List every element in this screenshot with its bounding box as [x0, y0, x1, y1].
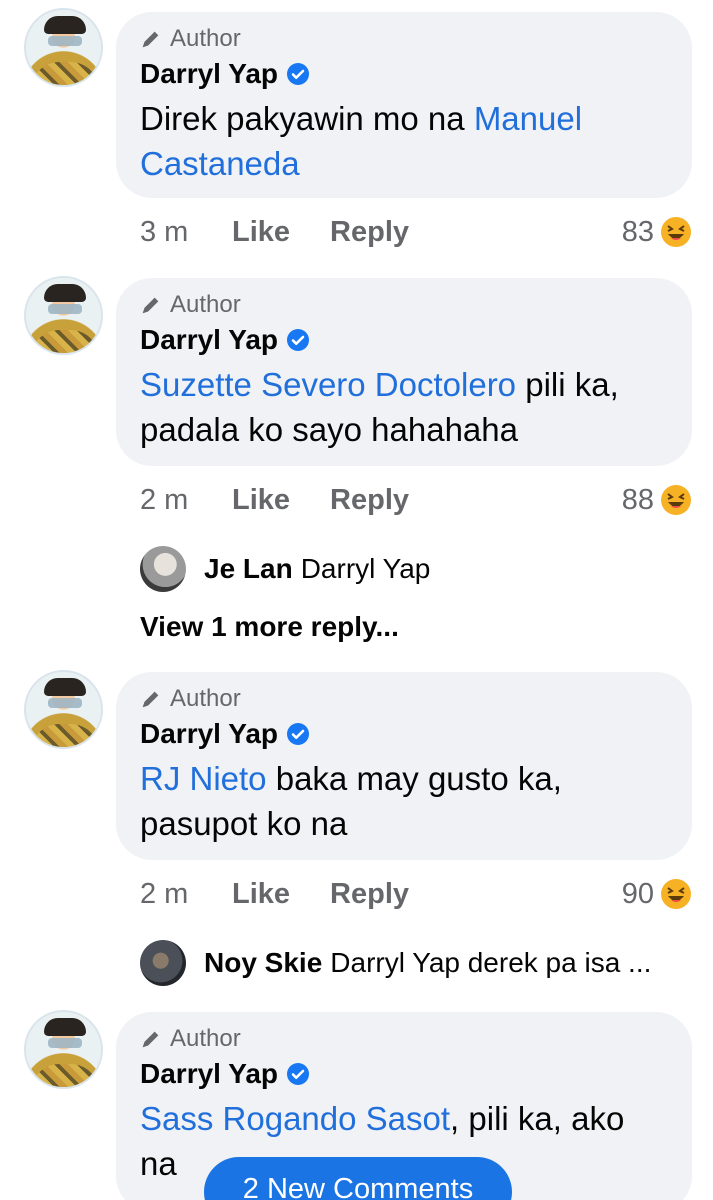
- comment-bubble[interactable]: Author Darryl Yap Suzette Severo Doctole…: [116, 278, 692, 466]
- haha-reaction-icon: [661, 879, 691, 909]
- view-more-replies[interactable]: View 1 more reply...: [140, 611, 399, 643]
- verified-badge-icon: [287, 63, 310, 85]
- reaction-count: 83: [621, 215, 654, 248]
- reply-button[interactable]: Reply: [330, 484, 409, 517]
- avatar[interactable]: [24, 276, 103, 355]
- commenter-name[interactable]: Darryl Yap: [140, 718, 278, 750]
- reaction-count: 90: [621, 877, 654, 910]
- mention-link[interactable]: Sass Rogando Sasot: [140, 1100, 450, 1137]
- mention-link[interactable]: RJ Nieto: [140, 760, 267, 797]
- reply-text: Darryl Yap derek pa isa ...: [330, 947, 652, 978]
- reply-button[interactable]: Reply: [330, 878, 409, 911]
- like-button[interactable]: Like: [232, 878, 290, 911]
- mention-link[interactable]: Suzette Severo Doctolero: [140, 366, 516, 403]
- avatar[interactable]: [24, 8, 103, 87]
- author-label: Author: [170, 1025, 241, 1052]
- verified-badge-icon: [287, 1063, 310, 1085]
- reply-author[interactable]: Noy Skie: [204, 947, 322, 979]
- verified-badge-icon: [287, 329, 310, 351]
- timestamp[interactable]: 2 m: [140, 484, 232, 517]
- author-label: Author: [170, 685, 241, 712]
- pencil-icon: [142, 31, 159, 48]
- comment-text: Direk pakyawin mo na Manuel Castaneda: [140, 100, 583, 182]
- reply-preview[interactable]: Je Lan Darryl Yap: [140, 545, 430, 593]
- avatar[interactable]: [24, 670, 103, 749]
- reply-button[interactable]: Reply: [330, 216, 409, 249]
- pencil-icon: [142, 1031, 159, 1048]
- author-label: Author: [170, 25, 241, 52]
- pencil-icon: [142, 691, 159, 708]
- reply-author[interactable]: Je Lan: [204, 553, 293, 585]
- reaction-summary[interactable]: 88: [622, 484, 692, 517]
- like-button[interactable]: Like: [232, 216, 290, 249]
- commenter-name[interactable]: Darryl Yap: [140, 324, 278, 356]
- commenter-name[interactable]: Darryl Yap: [140, 58, 278, 90]
- new-comments-button[interactable]: 2 New Comments: [204, 1157, 512, 1200]
- reply-preview[interactable]: Noy Skie Darryl Yap derek pa isa ...: [140, 939, 651, 987]
- avatar[interactable]: [140, 546, 186, 592]
- like-button[interactable]: Like: [232, 484, 290, 517]
- comment-actions: 2 m Like Reply 88: [140, 480, 692, 520]
- pencil-icon: [142, 297, 159, 314]
- reaction-count: 88: [621, 483, 654, 516]
- haha-reaction-icon: [661, 485, 691, 515]
- author-label: Author: [170, 291, 241, 318]
- timestamp[interactable]: 2 m: [140, 878, 232, 911]
- comment-text: Suzette Severo Doctolero pili ka, padala…: [140, 366, 619, 448]
- commenter-name[interactable]: Darryl Yap: [140, 1058, 278, 1090]
- comment-bubble[interactable]: Author Darryl Yap Direk pakyawin mo na M…: [116, 12, 692, 198]
- timestamp[interactable]: 3 m: [140, 216, 232, 249]
- comment-actions: 3 m Like Reply 83: [140, 212, 692, 252]
- avatar[interactable]: [24, 1010, 103, 1089]
- comment-bubble[interactable]: Author Darryl Yap RJ Nieto baka may gust…: [116, 672, 692, 860]
- comment-text: RJ Nieto baka may gusto ka, pasupot ko n…: [140, 760, 562, 842]
- comment-actions: 2 m Like Reply 90: [140, 874, 692, 914]
- reply-text: Darryl Yap: [300, 553, 431, 584]
- avatar[interactable]: [140, 940, 186, 986]
- haha-reaction-icon: [661, 217, 691, 247]
- reaction-summary[interactable]: 90: [622, 878, 692, 911]
- reaction-summary[interactable]: 83: [622, 216, 692, 249]
- verified-badge-icon: [287, 723, 310, 745]
